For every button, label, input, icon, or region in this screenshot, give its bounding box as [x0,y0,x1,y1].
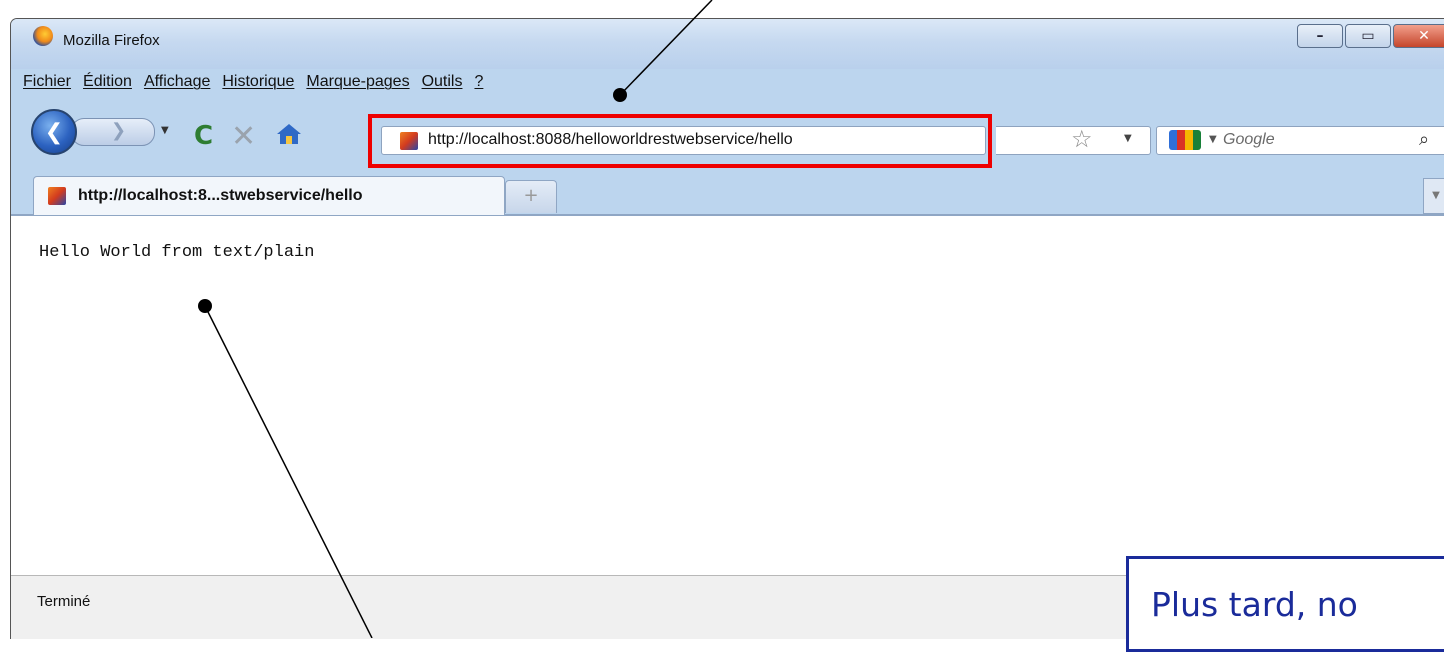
status-text: Terminé [37,593,91,610]
tab-list-dropdown-icon[interactable]: ▼ [1423,178,1444,214]
window-controls: – ▭ ✕ [1297,24,1444,48]
menu-help[interactable]: ? [474,73,483,91]
back-button[interactable]: ❮ [31,109,77,155]
tab-favicon-icon [48,187,66,205]
menu-bar: Fichier Édition Affichage Historique Mar… [23,73,483,91]
close-button[interactable]: ✕ [1393,24,1444,48]
stop-icon[interactable]: ✕ [231,119,256,154]
menu-history[interactable]: Historique [222,73,294,91]
browser-window: Mozilla Firefox – ▭ ✕ Fichier Édition Af… [10,18,1444,639]
menu-tools[interactable]: Outils [422,73,463,91]
minimize-button[interactable]: – [1297,24,1343,48]
history-dropdown-icon[interactable]: ▼ [161,125,169,136]
tab-label: http://localhost:8...stwebservice/hello [78,187,363,204]
new-tab-button[interactable]: + [505,180,557,213]
google-search-engine-icon[interactable] [1169,130,1201,150]
menu-edit[interactable]: Édition [83,73,132,91]
search-engine-dropdown-icon[interactable]: ▼ [1209,134,1217,145]
search-icon[interactable]: ⌕ [1419,129,1429,150]
page-body-text: Hello World from text/plain [39,243,315,262]
home-icon[interactable] [276,123,302,145]
window-title: Mozilla Firefox [63,32,160,49]
firefox-logo-icon [33,26,53,46]
reload-icon[interactable]: C [194,121,213,151]
maximize-button[interactable]: ▭ [1345,24,1391,48]
url-dropdown-icon[interactable]: ▼ [1124,133,1132,144]
menu-file[interactable]: Fichier [23,73,71,91]
callout-text: Plus tard, no [1151,585,1358,624]
tab-strip: http://localhost:8...stwebservice/hello … [11,174,1444,215]
navigation-toolbar: ❮ ❯ ▼ C ✕ http://localhost:8088/hellowor… [11,97,1444,168]
search-bar[interactable]: ▼ Google ⌕ [1156,126,1444,155]
page-content: Hello World from text/plain [11,215,1444,576]
forward-button[interactable]: ❯ [111,120,126,141]
menu-view[interactable]: Affichage [144,73,210,91]
menu-bookmarks[interactable]: Marque-pages [306,73,409,91]
search-input[interactable]: Google [1223,131,1275,149]
back-arrow-icon: ❮ [44,119,64,145]
url-highlight-box [368,114,992,168]
bookmark-star-icon[interactable]: ☆ [1071,125,1093,153]
tab-active[interactable]: http://localhost:8...stwebservice/hello [33,176,505,215]
title-bar: Mozilla Firefox – ▭ ✕ [11,19,1444,69]
